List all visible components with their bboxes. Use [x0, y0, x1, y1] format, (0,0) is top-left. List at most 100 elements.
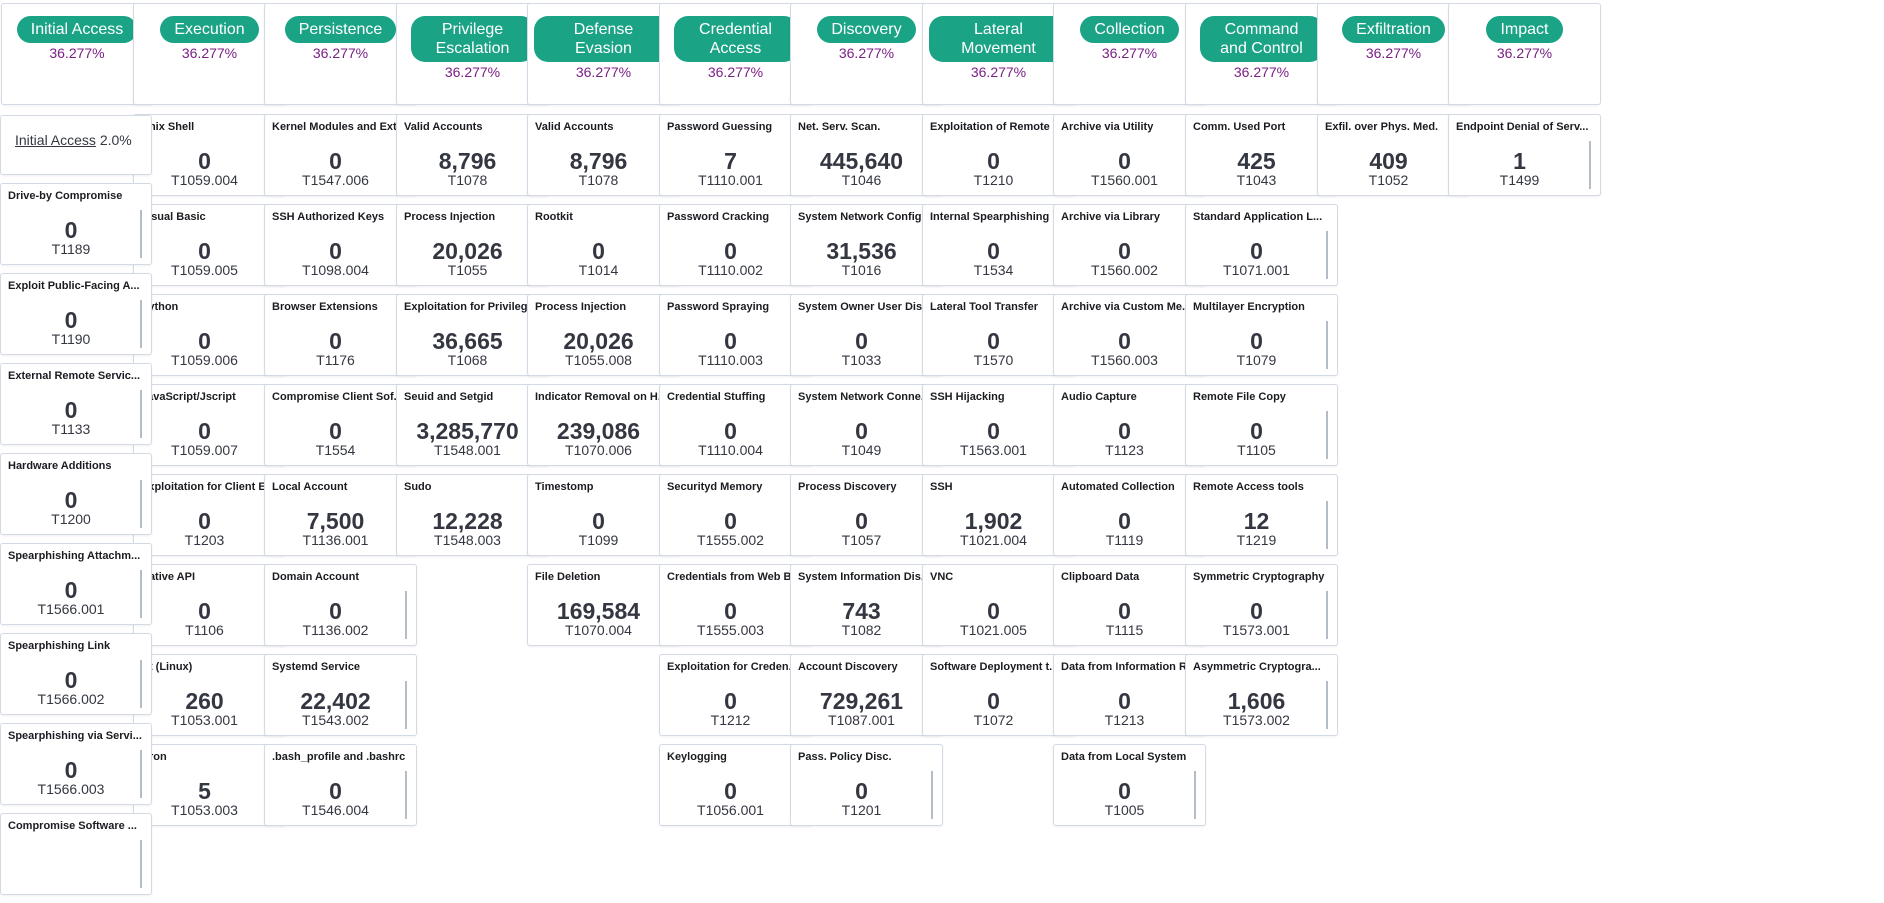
technique-id: T1072	[973, 712, 1014, 728]
tactic-button-collection[interactable]: Collection	[1080, 16, 1179, 43]
initial-access-link[interactable]: Initial Access	[15, 132, 96, 148]
technique-card[interactable]: Archive via Custom Me... 0 T1560.003	[1053, 294, 1206, 376]
tactic-button-lateral-movement[interactable]: Lateral Movement	[928, 16, 1069, 62]
technique-card[interactable]: Spearphishing via Servi... 0 T1566.003	[0, 723, 152, 805]
technique-id: T1049	[841, 442, 882, 458]
scroll-indicator	[140, 390, 142, 438]
tactic-button-discovery[interactable]: Discovery	[817, 16, 916, 43]
technique-count: 260	[185, 688, 224, 714]
technique-card[interactable]: Spearphishing Attachm... 0 T1566.001	[0, 543, 152, 625]
technique-count: 8,796	[438, 148, 497, 174]
initial-access-techniques: Drive-by Compromise 0 T1189 Exploit Public-…	[0, 183, 152, 903]
tactic-button-defense-evasion[interactable]: Defense Evasion	[533, 16, 674, 62]
technique-card[interactable]: Standard Application L... 0 T1071.001	[1185, 204, 1338, 286]
technique-count: 0	[855, 778, 868, 804]
technique-card[interactable]: Hardware Additions 0 T1200	[0, 453, 152, 535]
technique-count: 0	[1118, 238, 1131, 264]
technique-card[interactable]: Drive-by Compromise 0 T1189	[0, 183, 152, 265]
technique-count: 0	[724, 598, 737, 624]
scroll-indicator	[140, 660, 142, 708]
technique-id: T1099	[578, 532, 619, 548]
tactic-button-command-and-control[interactable]: Command and Control	[1199, 16, 1324, 62]
technique-card[interactable]: Rootkit 0 T1014	[527, 204, 680, 286]
scroll-indicator	[1326, 591, 1328, 639]
technique-card[interactable]: System Network Config... 31,536 T1016	[790, 204, 943, 286]
technique-count: 1,606	[1227, 688, 1286, 714]
technique-title: Hardware Additions	[8, 460, 112, 472]
technique-id: T1057	[841, 532, 882, 548]
technique-title: Symmetric Cryptography	[1193, 571, 1325, 583]
technique-id: T1203	[184, 532, 225, 548]
technique-card[interactable]: Clipboard Data 0 T1115	[1053, 564, 1206, 646]
technique-title: Keylogging	[667, 751, 727, 763]
technique-card[interactable]: System Information Dis... 743 T1082	[790, 564, 943, 646]
tactic-button-exfiltration[interactable]: Exfiltration	[1342, 16, 1445, 43]
technique-card[interactable]: Account Discovery 729,261 T1087.001	[790, 654, 943, 736]
technique-card[interactable]: Net. Serv. Scan. 445,640 T1046	[790, 114, 943, 196]
technique-card[interactable]: Process Discovery 0 T1057	[790, 474, 943, 556]
technique-id: T1110.004	[698, 442, 763, 458]
technique-id: T1070.004	[565, 622, 632, 638]
technique-card[interactable]: Indicator Removal on H... 239,086 T1070.00…	[527, 384, 680, 466]
technique-count: 0	[1250, 418, 1263, 444]
technique-card[interactable]: Systemd Service 22,402 T1543.002	[264, 654, 417, 736]
technique-card[interactable]: Audio Capture 0 T1123	[1053, 384, 1206, 466]
technique-card[interactable]: Process Injection 20,026 T1055.008	[527, 294, 680, 376]
technique-card[interactable]: SSH Authorized Keys 0 T1098.004	[264, 204, 417, 286]
technique-card[interactable]: Comm. Used Port 425 T1043	[1185, 114, 1338, 196]
technique-card[interactable]: Valid Accounts 8,796 T1078	[527, 114, 680, 196]
technique-id: T1554	[315, 442, 356, 458]
technique-id: T1560.003	[1091, 352, 1158, 368]
technique-card[interactable]: Archive via Utility 0 T1560.001	[1053, 114, 1206, 196]
technique-id: T1078	[578, 172, 619, 188]
technique-card[interactable]: Exploit Public-Facing A... 0 T1190	[0, 273, 152, 355]
tactic-button-persistence[interactable]: Persistence	[284, 16, 397, 43]
technique-id: T1098.004	[302, 262, 369, 278]
technique-card[interactable]: Pass. Policy Disc. 0 T1201	[790, 744, 943, 826]
technique-card[interactable]: System Network Conne... 0 T1049	[790, 384, 943, 466]
technique-card[interactable]: Multilayer Encryption 0 T1079	[1185, 294, 1338, 376]
scroll-indicator	[140, 210, 142, 258]
technique-card[interactable]: Domain Account 0 T1136.002	[264, 564, 417, 646]
technique-title: Asymmetric Cryptogra...	[1193, 661, 1321, 673]
technique-card[interactable]: Kernel Modules and Ext... 0 T1547.006	[264, 114, 417, 196]
technique-card[interactable]: Remote Access tools 12 T1219	[1185, 474, 1338, 556]
technique-card[interactable]: Symmetric Cryptography 0 T1573.001	[1185, 564, 1338, 646]
technique-card[interactable]: Data from Local System 0 T1005	[1053, 744, 1206, 826]
technique-id: T1053.001	[171, 712, 238, 728]
technique-title: Password Guessing	[667, 121, 773, 133]
tactic-button-execution[interactable]: Execution	[160, 16, 259, 43]
technique-card[interactable]: Asymmetric Cryptogra... 1,606 T1573.002	[1185, 654, 1338, 736]
scroll-indicator	[140, 840, 142, 888]
tactic-button-privilege-escalation[interactable]: Privilege Escalation	[410, 16, 535, 62]
technique-title: Process Injection	[535, 301, 627, 313]
technique-id: T1547.006	[302, 172, 369, 188]
technique-card[interactable]: Endpoint Denial of Serv... 1 T1499	[1448, 114, 1601, 196]
technique-card[interactable]: Browser Extensions 0 T1176	[264, 294, 417, 376]
technique-card[interactable]: External Remote Servic... 0 T1133	[0, 363, 152, 445]
technique-title: Kernel Modules and Ext...	[272, 121, 406, 133]
technique-card[interactable]: Local Account 7,500 T1136.001	[264, 474, 417, 556]
technique-card[interactable]: Spearphishing Link 0 T1566.002	[0, 633, 152, 715]
technique-card[interactable]: Automated Collection 0 T1119	[1053, 474, 1206, 556]
technique-card[interactable]: Timestomp 0 T1099	[527, 474, 680, 556]
tactic-column-impact: Impact 36.277% Endpoint Denial of Serv... 1…	[1448, 3, 1601, 204]
technique-title: Multilayer Encryption	[1193, 301, 1305, 313]
technique-card[interactable]: File Deletion 169,584 T1070.004	[527, 564, 680, 646]
tactic-button-impact[interactable]: Impact	[1486, 16, 1563, 43]
technique-card[interactable]: Remote File Copy 0 T1105	[1185, 384, 1338, 466]
tactic-button-credential-access[interactable]: Credential Access	[673, 16, 798, 62]
technique-card[interactable]: Compromise Software ...	[0, 813, 152, 895]
technique-card[interactable]: Archive via Library 0 T1560.002	[1053, 204, 1206, 286]
technique-card[interactable]: Compromise Client Sof... 0 T1554	[264, 384, 417, 466]
technique-count: 0	[329, 598, 342, 624]
technique-title: Process Injection	[404, 211, 496, 223]
technique-card[interactable]: .bash_profile and .bashrc 0 T1546.004	[264, 744, 417, 826]
technique-count: 0	[724, 778, 737, 804]
technique-card[interactable]: Data from Information R... 0 T1213	[1053, 654, 1206, 736]
tactic-column-defense-evasion: Defense Evasion 36.277% Valid Accounts 8,79…	[527, 3, 680, 654]
technique-title: Exploitation for Privileg...	[404, 301, 537, 313]
technique-card[interactable]: System Owner User Dis... 0 T1033	[790, 294, 943, 376]
technique-id: T1005	[1104, 802, 1145, 818]
tactic-button-initial-access[interactable]: Initial Access	[16, 16, 138, 43]
